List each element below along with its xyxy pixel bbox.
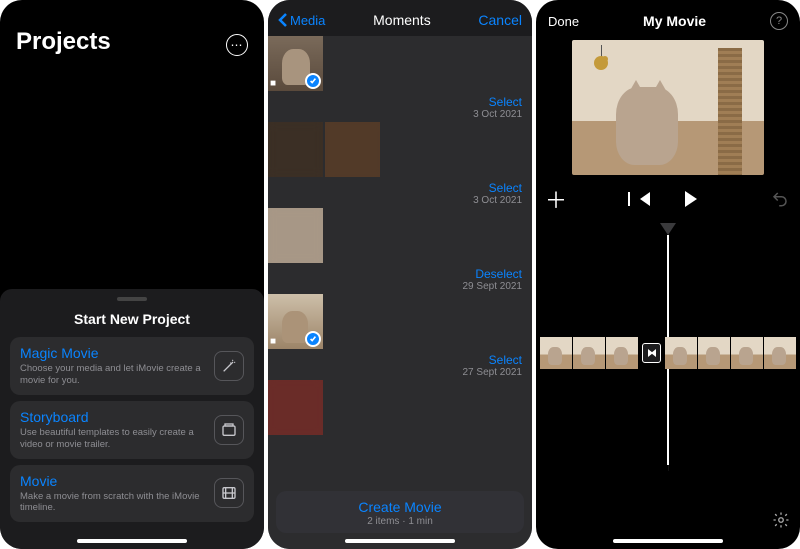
transition-icon[interactable] [642,343,661,363]
moment-date: 29 Sept 2021 [463,281,523,292]
option-desc: Use beautiful templates to easily create… [20,427,204,451]
moment-group: ■ Select 27 Sept 2021 [268,294,532,380]
selected-check-icon [305,331,321,347]
create-label: Create Movie [276,499,524,515]
selected-check-icon [305,73,321,89]
sheet-title: Start New Project [0,311,264,327]
media-picker-screen: Media Moments Cancel ■ Select 3 Oct 2021 [268,0,532,549]
moment-group: ■ Select 3 Oct 2021 [268,36,532,122]
projects-screen: Projects ⋯ No Projects Start New Project… [0,0,264,549]
moments-list[interactable]: ■ Select 3 Oct 2021 Select 3 Oct 2021 [268,36,532,549]
home-indicator[interactable] [77,539,187,543]
sheet-grabber[interactable] [117,297,147,301]
moment-date: 3 Oct 2021 [473,109,522,120]
select-toggle[interactable]: Select [489,95,522,109]
media-thumbnail[interactable]: ■ [268,36,323,91]
video-icon: ■ [270,78,276,89]
help-icon[interactable]: ? [770,12,788,30]
select-toggle[interactable]: Select [489,181,522,195]
create-movie-button[interactable]: Create Movie 2 items · 1 min [276,491,524,533]
header: Projects ⋯ [0,0,264,66]
option-movie[interactable]: Movie Make a movie from scratch with the… [10,465,254,523]
clip-track[interactable] [540,337,796,369]
settings-icon[interactable] [772,511,790,529]
preview-viewport[interactable] [572,40,764,175]
editor-screen: Done My Movie ? ＋ [536,0,800,549]
option-desc: Make a movie from scratch with the iMovi… [20,491,204,515]
playback-controls: ＋ [544,183,792,219]
media-thumbnail[interactable] [268,208,323,263]
done-button[interactable]: Done [548,14,579,29]
option-name: Movie [20,473,204,489]
movie-title: My Movie [643,13,706,29]
wand-icon [214,351,244,381]
undo-button[interactable] [768,187,792,211]
home-indicator[interactable] [345,539,455,543]
new-project-sheet: Start New Project Magic Movie Choose you… [0,289,264,549]
nav-bar: Media Moments Cancel [268,0,532,36]
select-toggle[interactable]: Deselect [475,267,522,281]
option-desc: Choose your media and let iMovie create … [20,363,204,387]
moment-date: 27 Sept 2021 [463,367,523,378]
editor-nav: Done My Movie ? [536,0,800,36]
video-icon: ■ [270,336,276,347]
back-button[interactable]: Media [278,12,325,28]
clip[interactable] [540,337,638,369]
option-storyboard[interactable]: Storyboard Use beautiful templates to ea… [10,401,254,459]
back-label: Media [290,13,325,28]
add-media-button[interactable]: ＋ [544,187,568,211]
media-thumbnail[interactable] [325,122,380,177]
option-name: Storyboard [20,409,204,425]
cancel-button[interactable]: Cancel [478,12,522,28]
option-magic-movie[interactable]: Magic Movie Choose your media and let iM… [10,337,254,395]
page-title: Projects [16,28,111,56]
media-thumbnail[interactable] [268,122,323,177]
home-indicator[interactable] [613,539,723,543]
moment-date: 3 Oct 2021 [473,195,522,206]
create-subtitle: 2 items · 1 min [276,516,524,527]
media-thumbnail[interactable] [268,380,323,435]
select-toggle[interactable]: Select [489,353,522,367]
media-thumbnail[interactable]: ■ [268,294,323,349]
film-icon [214,478,244,508]
skip-back-button[interactable] [633,187,657,211]
more-icon[interactable]: ⋯ [226,34,248,56]
moment-group: Select 3 Oct 2021 [268,122,532,208]
play-button[interactable] [679,187,703,211]
option-name: Magic Movie [20,345,204,361]
storyboard-icon [214,415,244,445]
moment-group [268,380,532,435]
timeline[interactable] [540,237,796,549]
moment-group: Deselect 29 Sept 2021 [268,208,532,294]
picker-title: Moments [373,12,431,28]
clip[interactable] [665,337,796,369]
